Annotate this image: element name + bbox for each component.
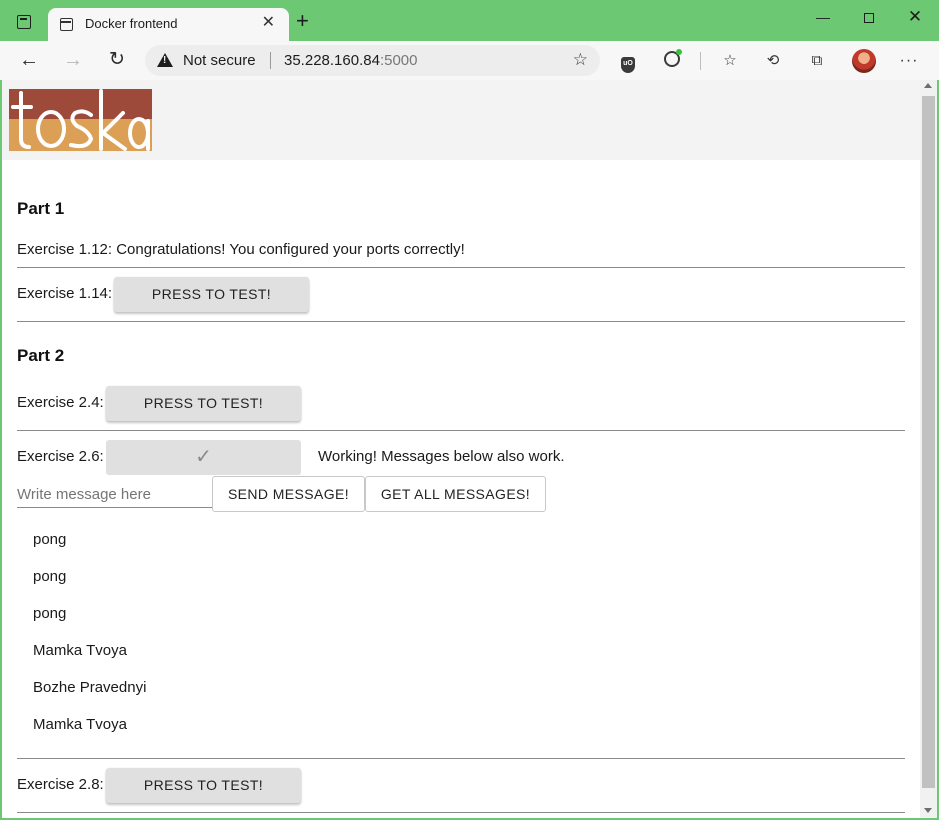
- browser-toolbar: ← → ↻ Not secure 35.228.160.84:5000 ☆ uO…: [0, 41, 939, 80]
- divider: [17, 321, 905, 322]
- reload-button[interactable]: ↻: [105, 49, 129, 73]
- toska-logo: [9, 89, 152, 151]
- part1-heading: Part 1: [17, 199, 65, 218]
- url-text[interactable]: 35.228.160.84:5000: [284, 52, 417, 69]
- address-bar[interactable]: Not secure 35.228.160.84:5000 ☆: [145, 45, 600, 76]
- exercise-2-6-status: Working! Messages below also work.: [318, 448, 565, 465]
- url-port: :5000: [379, 52, 418, 69]
- vertical-scrollbar[interactable]: [920, 80, 937, 818]
- new-tab-button[interactable]: +: [296, 10, 309, 32]
- back-button[interactable]: ←: [17, 49, 41, 73]
- address-separator: [270, 52, 271, 69]
- favorites-icon[interactable]: ☆: [720, 51, 740, 71]
- exercise-2-8-label: Exercise 2.8:: [17, 776, 104, 793]
- message-item: pong: [33, 568, 67, 585]
- part2-heading: Part 2: [17, 346, 65, 365]
- scroll-thumb[interactable]: [922, 96, 935, 788]
- exercise-2-4-test-button[interactable]: PRESS TO TEST!: [106, 386, 301, 421]
- exercise-2-4-label: Exercise 2.4:: [17, 394, 104, 411]
- tab-actions-icon[interactable]: [17, 15, 31, 29]
- message-item: pong: [33, 531, 67, 548]
- tab-favicon-icon: [60, 18, 73, 31]
- get-all-messages-button[interactable]: GET ALL MESSAGES!: [365, 476, 546, 512]
- tab-title: Docker frontend: [85, 16, 178, 31]
- exercise-1-14-label: Exercise 1.14:: [17, 285, 113, 302]
- page-content: toska Part 1 Exercise 1.12: Congratulati…: [2, 80, 920, 818]
- message-item: pong: [33, 605, 67, 622]
- close-window-button[interactable]: ✕: [893, 5, 937, 29]
- exercise-1-12-text: Exercise 1.12: Congratulations! You conf…: [17, 241, 465, 258]
- message-item: Mamka Tvoya: [33, 716, 127, 733]
- history-icon[interactable]: ⟲: [763, 51, 783, 71]
- message-item: Mamka Tvoya: [33, 642, 127, 659]
- checkmark-icon: ✓: [195, 446, 212, 468]
- title-bar: Docker frontend ✕ + — ✕: [0, 0, 939, 41]
- scroll-down-arrow-icon[interactable]: [924, 808, 932, 813]
- send-message-button[interactable]: SEND MESSAGE!: [212, 476, 365, 512]
- exercise-2-6-label: Exercise 2.6:: [17, 448, 104, 465]
- message-item: Bozhe Pravednyi: [33, 679, 147, 696]
- collections-icon[interactable]: ⧉: [807, 51, 827, 71]
- divider: [17, 267, 905, 268]
- scroll-up-arrow-icon[interactable]: [924, 83, 932, 88]
- warning-icon[interactable]: [157, 53, 173, 67]
- forward-button[interactable]: →: [61, 49, 85, 73]
- browser-tab[interactable]: Docker frontend ✕: [48, 8, 289, 41]
- url-host: 35.228.160.84: [284, 52, 380, 69]
- divider: [17, 812, 905, 813]
- ublock-extension-icon[interactable]: uO: [618, 51, 638, 73]
- exercise-2-8-test-button[interactable]: PRESS TO TEST!: [106, 768, 301, 803]
- browser-window: Docker frontend ✕ + — ✕ ← → ↻ Not secure…: [0, 0, 939, 820]
- add-favorite-icon[interactable]: ☆: [573, 50, 588, 70]
- toolbar-separator: [700, 52, 701, 70]
- tab-close-icon[interactable]: ✕: [262, 13, 275, 33]
- message-input[interactable]: [17, 478, 212, 508]
- maximize-button[interactable]: [847, 5, 891, 29]
- norton-extension-icon[interactable]: [662, 49, 682, 71]
- minimize-button[interactable]: —: [801, 5, 845, 29]
- profile-avatar[interactable]: [852, 49, 876, 73]
- page-header: toska: [2, 80, 920, 160]
- divider: [17, 430, 905, 431]
- divider: [17, 758, 905, 759]
- security-label[interactable]: Not secure: [183, 52, 256, 69]
- more-menu-icon[interactable]: ···: [899, 51, 919, 71]
- exercise-2-6-success-button[interactable]: ✓: [106, 440, 301, 475]
- exercise-1-14-test-button[interactable]: PRESS TO TEST!: [114, 277, 309, 312]
